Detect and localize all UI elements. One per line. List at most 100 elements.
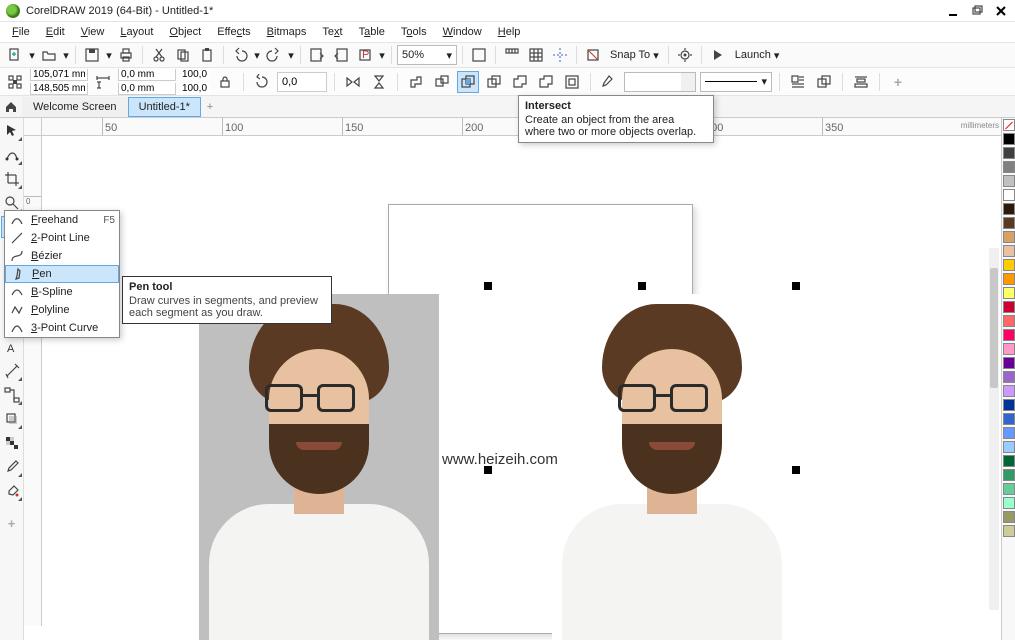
restore-button[interactable] [969, 3, 985, 19]
menu-edit[interactable]: Edit [38, 24, 73, 40]
parallel-dimension-tool[interactable] [1, 360, 23, 382]
color-swatch[interactable] [1003, 273, 1015, 285]
simplify-button[interactable] [483, 71, 505, 93]
color-swatch[interactable] [1003, 231, 1015, 243]
save-caret[interactable]: ▾ [105, 44, 113, 66]
color-swatch[interactable] [1003, 399, 1015, 411]
mirror-h-button[interactable] [342, 71, 364, 93]
minimize-button[interactable] [945, 3, 961, 19]
flyout-bezier[interactable]: Bézier [5, 247, 119, 265]
color-swatch[interactable] [1003, 217, 1015, 229]
scrollbar-thumb[interactable] [990, 268, 998, 388]
drop-shadow-tool[interactable] [1, 408, 23, 430]
object-origin-icon[interactable] [4, 71, 26, 93]
selection-handle-tr[interactable] [792, 282, 800, 290]
menu-object[interactable]: Object [161, 24, 209, 40]
align-button[interactable] [850, 71, 872, 93]
eyedropper-tool[interactable] [1, 456, 23, 478]
mirror-v-button[interactable] [368, 71, 390, 93]
boundary-button[interactable] [561, 71, 583, 93]
paste-button[interactable] [196, 44, 218, 66]
vertical-scrollbar[interactable] [989, 248, 999, 610]
snap-to-dropdown[interactable]: Snap To ▾ [606, 45, 663, 65]
add-tab-button[interactable]: + [201, 98, 219, 116]
order-button[interactable] [813, 71, 835, 93]
tab-untitled-1[interactable]: Untitled-1* [128, 97, 201, 117]
front-minus-back-button[interactable] [509, 71, 531, 93]
flyout-pen[interactable]: Pen [5, 265, 119, 283]
tab-welcome[interactable]: Welcome Screen [22, 97, 128, 117]
menu-bitmaps[interactable]: Bitmaps [259, 24, 315, 40]
color-swatch[interactable] [1003, 483, 1015, 495]
rotation-input[interactable] [278, 76, 326, 88]
menu-effects[interactable]: Effects [209, 24, 258, 40]
undo-caret[interactable]: ▾ [253, 44, 261, 66]
new-button[interactable] [4, 44, 26, 66]
fill-tool[interactable] [1, 480, 23, 502]
color-swatch[interactable] [1003, 511, 1015, 523]
size-h-input[interactable] [119, 83, 175, 94]
redo-caret[interactable]: ▾ [287, 44, 295, 66]
lock-ratio-button[interactable] [214, 71, 236, 93]
color-swatch[interactable] [1003, 245, 1015, 257]
outline-width-dropdown[interactable] [624, 72, 696, 92]
open-button[interactable] [38, 44, 60, 66]
export-button[interactable] [330, 44, 352, 66]
print-button[interactable] [115, 44, 137, 66]
flyout-bspline[interactable]: B-Spline [5, 283, 119, 301]
transparency-tool[interactable] [1, 432, 23, 454]
ruler-corner[interactable] [24, 118, 42, 136]
color-swatch[interactable] [1003, 287, 1015, 299]
show-guidelines-button[interactable] [549, 44, 571, 66]
menu-help[interactable]: Help [490, 24, 529, 40]
snap-off-button[interactable] [582, 44, 604, 66]
undo-button[interactable] [229, 44, 251, 66]
launch-icon[interactable] [707, 44, 729, 66]
flyout-3point-curve[interactable]: 3-Point Curve [5, 319, 119, 337]
drawing-canvas[interactable]: www.heizeih.com [42, 136, 1001, 626]
color-swatch[interactable] [1003, 469, 1015, 481]
cut-button[interactable] [148, 44, 170, 66]
save-button[interactable] [81, 44, 103, 66]
publish-caret[interactable]: ▾ [378, 44, 386, 66]
selection-handle-tl[interactable] [484, 282, 492, 290]
shape-tool[interactable] [1, 144, 23, 166]
color-swatch[interactable] [1003, 203, 1015, 215]
intersect-button[interactable] [457, 71, 479, 93]
text-tool[interactable]: A [1, 336, 23, 358]
show-rulers-button[interactable] [501, 44, 523, 66]
color-swatch[interactable] [1003, 329, 1015, 341]
outline-pen-icon[interactable] [598, 71, 620, 93]
copy-button[interactable] [172, 44, 194, 66]
color-swatch[interactable] [1003, 385, 1015, 397]
canvas-area[interactable]: 50 100 150 200 250 300 350 millimeters 0 [24, 118, 1015, 640]
color-swatch[interactable] [1003, 357, 1015, 369]
options-button[interactable] [674, 44, 696, 66]
launch-dropdown[interactable]: Launch ▾ [731, 45, 784, 65]
menu-layout[interactable]: Layout [112, 24, 161, 40]
redo-button[interactable] [263, 44, 285, 66]
toolbox-add-button[interactable]: + [1, 512, 23, 534]
color-swatch[interactable] [1003, 413, 1015, 425]
open-caret[interactable]: ▾ [62, 44, 70, 66]
menu-table[interactable]: Table [351, 24, 393, 40]
photo-cutout[interactable] [552, 294, 792, 640]
add-preset-button[interactable]: + [887, 71, 909, 93]
zoom-level-input[interactable]: 50%▾ [397, 45, 457, 65]
flyout-2point-line[interactable]: 2-Point Line [5, 229, 119, 247]
line-style-dropdown[interactable]: ▾ [700, 72, 772, 92]
color-swatch[interactable] [1003, 427, 1015, 439]
color-swatch[interactable] [1003, 525, 1015, 537]
back-minus-front-button[interactable] [535, 71, 557, 93]
color-swatch[interactable] [1003, 133, 1015, 145]
publish-button[interactable]: P [354, 44, 376, 66]
color-swatch[interactable] [1003, 371, 1015, 383]
scale-x-input[interactable] [180, 69, 210, 80]
color-swatch[interactable] [1003, 497, 1015, 509]
selection-handle-tm[interactable] [638, 282, 646, 290]
color-swatch[interactable] [1003, 161, 1015, 173]
connector-tool[interactable] [1, 384, 23, 406]
position-y-input[interactable] [31, 83, 87, 94]
color-swatch[interactable] [1003, 315, 1015, 327]
pick-tool[interactable] [1, 120, 23, 142]
